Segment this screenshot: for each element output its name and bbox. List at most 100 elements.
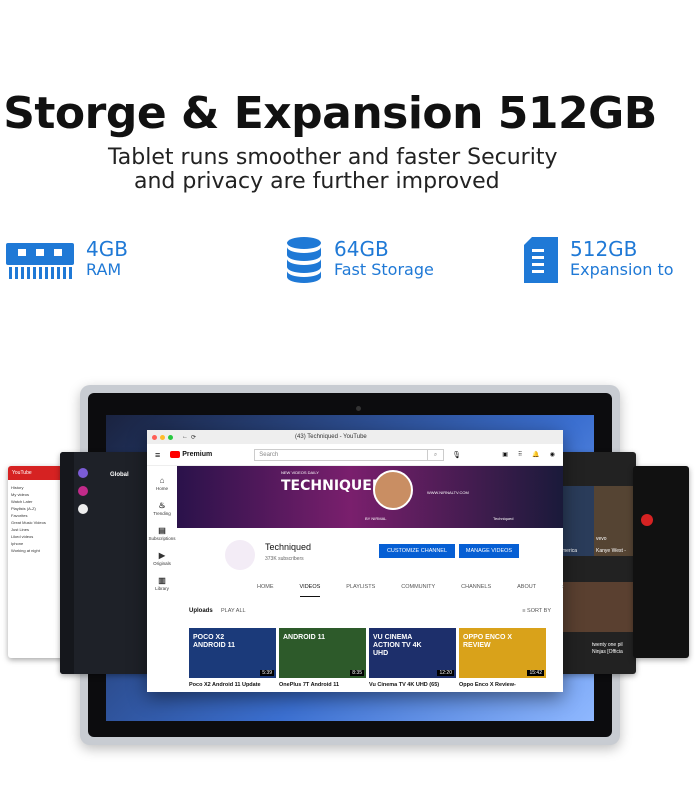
sidebar-item-originals[interactable]: ▶ Originals xyxy=(147,551,177,566)
list-item[interactable]: Liked videos xyxy=(11,534,63,539)
sidebar-item-home[interactable]: ⌂ Home xyxy=(147,476,177,491)
menu-icon[interactable]: ≡ xyxy=(155,450,160,460)
trending-icon: ♨ xyxy=(158,501,166,510)
youtube-window: ← ⟳ (43) Techniqued - YouTube ≡ Premium … xyxy=(147,430,564,692)
feature-storage-value: 64GB xyxy=(334,237,389,261)
ram-chip-icon xyxy=(6,237,74,281)
banner-by: BY NIRMAL xyxy=(365,516,387,521)
video-thumbnail[interactable]: OPPO ENCO X REVIEW 15:42 xyxy=(459,628,546,678)
video-thumbnail xyxy=(560,486,594,556)
close-icon[interactable] xyxy=(152,434,157,440)
youtube-topbar: ≡ Premium Search ⌕ 🎙 ▣ ⠿ 🔔 ◉ xyxy=(147,444,563,466)
list-item[interactable]: Favorites xyxy=(11,513,63,518)
originals-icon: ▶ xyxy=(158,551,166,560)
feature-expansion-value: 512GB xyxy=(570,237,638,261)
record-icon xyxy=(641,514,653,526)
video-duration: 12:20 xyxy=(437,670,454,676)
tab-about[interactable]: ABOUT xyxy=(517,584,536,597)
chevron-right-icon[interactable]: › xyxy=(562,584,564,597)
database-icon xyxy=(286,237,322,283)
library-icon: ▥ xyxy=(158,576,166,585)
video-title[interactable]: Poco X2 Android 11 Update xyxy=(189,682,261,688)
avatar xyxy=(373,470,413,510)
list-item[interactable]: Playlists (A-Z) xyxy=(11,506,63,511)
notifications-icon[interactable]: 🔔 xyxy=(532,451,539,458)
search-placeholder: Search xyxy=(259,451,279,458)
subscriptions-icon: ▤ xyxy=(158,526,166,535)
uploads-label: Uploads xyxy=(189,608,213,614)
play-all-button[interactable]: PLAY ALL xyxy=(221,608,246,614)
list-item[interactable]: My videos xyxy=(11,492,63,497)
sd-card-icon xyxy=(524,237,558,283)
subheadline-line-2: and privacy are further improved xyxy=(134,169,500,194)
channel-banner: NEW VIDEOS DAILY TECHNIQUED WWW.NIRNALTV… xyxy=(177,466,563,528)
left-messenger-card: Global xyxy=(60,452,150,674)
banner-url: WWW.NIRNALTV.COM xyxy=(427,490,469,495)
feature-ram-label: RAM xyxy=(86,260,122,279)
video-title[interactable]: OnePlus 7T Android 11 xyxy=(279,682,339,688)
sidebar-item-label: Library xyxy=(155,586,169,591)
search-icon[interactable]: ⌕ xyxy=(426,449,443,460)
create-video-icon[interactable]: ▣ xyxy=(502,451,508,458)
youtube-play-icon xyxy=(170,451,181,458)
sidebar-item-subscriptions[interactable]: ▤ Subscriptions xyxy=(147,526,177,541)
subheadline: Tablet runs smoother and faster Security… xyxy=(108,146,568,194)
list-item[interactable]: Watch Later xyxy=(11,499,63,504)
sort-by-button[interactable]: ≡ SORT BY xyxy=(522,608,551,614)
right-video-title-1: merica xyxy=(562,548,578,554)
list-item[interactable]: Iphone xyxy=(11,541,63,546)
video-thumbnail xyxy=(594,486,636,556)
window-titlebar: ← ⟳ (43) Techniqued - YouTube xyxy=(147,430,563,444)
add-icon[interactable] xyxy=(78,504,88,514)
apps-icon[interactable]: ⠿ xyxy=(518,451,522,458)
maximize-icon[interactable] xyxy=(168,434,173,440)
manage-videos-button[interactable]: MANAGE VIDEOS xyxy=(459,544,519,558)
tab-videos[interactable]: VIDEOS xyxy=(299,584,321,597)
back-icon[interactable]: ← xyxy=(182,434,188,440)
subheadline-line-1: Tablet runs smoother and faster Security xyxy=(108,145,558,170)
tab-home[interactable]: HOME xyxy=(257,584,274,597)
video-grid: POCO X2 ANDROID 11 5:39 ANDROID 11 8:35 VU C… xyxy=(189,628,546,678)
reload-icon[interactable]: ⟳ xyxy=(191,434,196,441)
sidebar-item-label: Trending xyxy=(153,511,171,516)
sidebar-item-library[interactable]: ▥ Library xyxy=(147,576,177,591)
tab-community[interactable]: COMMUNITY xyxy=(401,584,435,597)
home-icon: ⌂ xyxy=(159,476,165,485)
avatar xyxy=(78,468,88,478)
list-item[interactable]: History xyxy=(11,485,63,490)
sidebar-item-trending[interactable]: ♨ Trending xyxy=(147,501,177,516)
right-phone-card xyxy=(633,466,689,658)
video-thumbnail[interactable]: VU CINEMA ACTION TV 4K UHD 12:20 xyxy=(369,628,456,678)
youtube-logo[interactable]: Premium xyxy=(170,451,212,458)
left-messenger-rail xyxy=(60,452,74,674)
video-thumbnail[interactable]: POCO X2 ANDROID 11 5:39 xyxy=(189,628,276,678)
list-item[interactable]: Just Lines xyxy=(11,527,63,532)
search-input[interactable]: Search ⌕ xyxy=(254,448,445,461)
right-video-caption-1: twenty one pil xyxy=(592,642,623,648)
list-item[interactable]: Working at night xyxy=(11,548,63,553)
video-duration: 15:42 xyxy=(527,670,544,676)
channel-avatar xyxy=(225,540,255,570)
video-title[interactable]: Oppo Enco X Review- xyxy=(459,682,516,688)
vevo-label: vevo xyxy=(596,536,607,542)
account-icon[interactable]: ◉ xyxy=(550,451,555,458)
banner-title: TECHNIQUED xyxy=(281,478,384,494)
thumbnail-text: POCO X2 ANDROID 11 xyxy=(193,634,236,649)
video-thumbnail[interactable]: ANDROID 11 8:35 xyxy=(279,628,366,678)
right-video-caption: twenty one pil Ninjas [Officia xyxy=(592,642,623,656)
thumbnail-text: VU CINEMA ACTION TV 4K UHD xyxy=(373,634,422,657)
video-duration: 5:39 xyxy=(260,670,274,676)
sort-by-label: SORT BY xyxy=(527,608,551,614)
tab-playlists[interactable]: PLAYLISTS xyxy=(346,584,375,597)
mic-icon[interactable]: 🎙 xyxy=(452,451,461,459)
feature-ram-value: 4GB xyxy=(86,237,128,261)
tab-channels[interactable]: CHANNELS xyxy=(461,584,491,597)
list-item[interactable]: Great Music Videos xyxy=(11,520,63,525)
channel-tabs: HOME VIDEOS PLAYLISTS COMMUNITY CHANNELS… xyxy=(257,584,564,597)
channel-name: Techniqued xyxy=(265,542,312,552)
video-title[interactable]: Vu Cinema TV 4K UHD (65) xyxy=(369,682,439,688)
minimize-icon[interactable] xyxy=(160,434,165,440)
banner-channel: Techniqued xyxy=(493,516,514,521)
sidebar-item-label: Originals xyxy=(153,561,171,566)
customize-channel-button[interactable]: CUSTOMIZE CHANNEL xyxy=(379,544,455,558)
